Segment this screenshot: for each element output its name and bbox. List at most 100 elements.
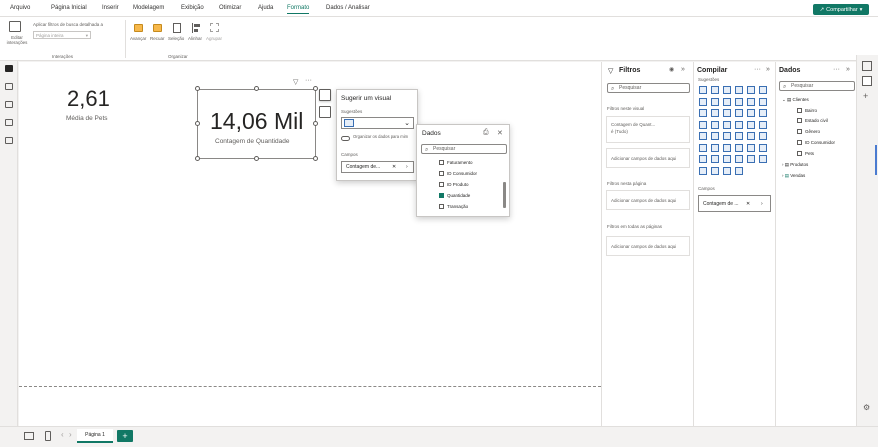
resize-handle[interactable] xyxy=(313,86,318,91)
send-backward-button[interactable]: Recuar xyxy=(150,36,165,41)
visual-type-icon[interactable] xyxy=(699,132,707,140)
visual-filter-card[interactable]: Contagem de Quant... é (Tudo) xyxy=(606,116,690,143)
visual-type-icon[interactable] xyxy=(747,132,755,140)
bring-forward-button[interactable]: Avançar xyxy=(130,36,146,41)
filters-pane-icon[interactable] xyxy=(862,61,872,71)
all-pages-filter-well[interactable]: Adicionar campos de dados aqui xyxy=(606,236,690,256)
visual-type-icon[interactable] xyxy=(699,120,707,129)
selection-button[interactable]: Seleção xyxy=(168,36,184,41)
tmdl-view-icon[interactable] xyxy=(5,137,13,144)
close-icon[interactable]: ✕ xyxy=(746,196,750,212)
tab-modelagem[interactable]: Modelagem xyxy=(133,5,164,11)
data-popup-item[interactable]: ID Produto xyxy=(439,182,469,188)
more-options-icon[interactable]: ··· xyxy=(833,66,840,73)
resize-handle[interactable] xyxy=(195,156,200,161)
visual-type-icon[interactable] xyxy=(759,132,767,140)
filter-icon[interactable]: ▽ xyxy=(293,78,298,86)
checkbox[interactable] xyxy=(797,151,802,157)
visual-type-icon[interactable] xyxy=(759,120,767,129)
suggestion-select[interactable]: ⌄ xyxy=(341,117,414,129)
eye-icon[interactable]: ◉ xyxy=(669,66,674,73)
visual-type-icon[interactable] xyxy=(735,109,743,117)
visual-type-icon[interactable] xyxy=(759,109,767,117)
data-popup-item[interactable]: Transação xyxy=(439,204,468,210)
tab-formato[interactable]: Formato xyxy=(287,5,310,14)
more-options-icon[interactable]: ··· xyxy=(305,77,312,84)
visual-type-icon[interactable] xyxy=(735,86,743,94)
close-icon[interactable]: ✕ xyxy=(497,129,503,137)
table-clientes[interactable]: ⌄ ▤ Clientes xyxy=(782,97,809,103)
checkbox[interactable] xyxy=(439,204,444,210)
resize-handle[interactable] xyxy=(195,86,200,91)
visual-type-icon[interactable] xyxy=(759,97,767,106)
build-pane-icon[interactable] xyxy=(862,76,872,86)
chevron-left-icon[interactable]: ‹ xyxy=(61,430,64,439)
scrollbar[interactable] xyxy=(503,182,506,208)
field-item[interactable]: Estado civil xyxy=(797,118,828,124)
visual-type-icon[interactable] xyxy=(699,86,707,94)
checkbox[interactable] xyxy=(439,171,444,177)
send-backward-icon[interactable] xyxy=(153,24,162,32)
build-field-well[interactable]: Contagem de ... ✕ › xyxy=(698,195,771,212)
page-filter-well[interactable]: Adicionar campos de dados aqui xyxy=(606,190,690,210)
field-well[interactable]: Contagem de... ✕ › xyxy=(341,161,414,173)
visual-type-icon[interactable] xyxy=(711,132,719,140)
checkbox[interactable] xyxy=(797,118,802,124)
chevron-right-icon[interactable]: › xyxy=(69,430,72,439)
dax-query-icon[interactable] xyxy=(5,119,13,126)
collapse-icon[interactable]: » xyxy=(766,66,770,73)
visual-type-icon[interactable] xyxy=(747,143,755,152)
group-icon[interactable] xyxy=(210,23,219,32)
visual-type-icon[interactable] xyxy=(735,132,743,140)
visual-type-icon[interactable] xyxy=(759,86,767,94)
checkbox[interactable] xyxy=(439,182,444,188)
chevron-right-icon[interactable]: › xyxy=(406,162,408,173)
visual-type-icon[interactable] xyxy=(723,132,731,140)
visual-type-icon[interactable] xyxy=(747,155,755,163)
organize-toggle[interactable] xyxy=(341,136,350,141)
checkbox[interactable] xyxy=(797,140,802,146)
field-item[interactable]: Bairro xyxy=(797,108,817,114)
model-view-icon[interactable] xyxy=(5,101,13,108)
format-visual-icon[interactable] xyxy=(319,106,331,118)
tab-otimizar[interactable]: Otimizar xyxy=(219,5,241,11)
visual-type-icon[interactable] xyxy=(735,166,743,175)
tab-ajuda[interactable]: Ajuda xyxy=(258,5,273,11)
checkbox[interactable] xyxy=(797,129,802,135)
mobile-view-icon[interactable] xyxy=(45,431,51,441)
quantity-card[interactable]: 14,06 Mil Contagem de Quantidade xyxy=(197,89,316,159)
collapse-icon[interactable]: » xyxy=(681,66,685,73)
visual-type-icon[interactable] xyxy=(723,120,731,129)
bring-forward-icon[interactable] xyxy=(134,24,143,32)
visual-type-icon[interactable] xyxy=(723,109,731,117)
data-pane-search[interactable]: ⌕ Pesquisar xyxy=(779,81,855,91)
tab-dados-analisar[interactable]: Dados / Analisar xyxy=(326,5,370,11)
visual-type-icon[interactable] xyxy=(711,166,719,175)
visual-type-icon[interactable] xyxy=(735,143,743,152)
resize-handle[interactable] xyxy=(313,121,318,126)
add-pane-icon[interactable]: + xyxy=(863,91,868,101)
add-field-well[interactable]: Adicionar campos de dados aqui xyxy=(606,148,690,168)
resize-handle[interactable] xyxy=(254,156,259,161)
visual-type-icon[interactable] xyxy=(747,86,755,94)
checkbox-checked[interactable] xyxy=(439,193,444,199)
data-popup-item[interactable]: ID Consumidor xyxy=(439,171,477,177)
drill-filter-select[interactable]: Página inteira ▾ xyxy=(33,31,91,39)
visual-type-icon[interactable] xyxy=(699,155,707,163)
report-canvas[interactable]: 2,61 Média de Pets 14,06 Mil Contagem de… xyxy=(19,62,601,426)
visual-type-icon[interactable] xyxy=(699,143,707,152)
field-item[interactable]: ID Consumidor xyxy=(797,140,835,146)
visual-type-icon[interactable] xyxy=(747,109,755,117)
visual-type-icon[interactable] xyxy=(711,120,719,129)
visual-type-icon[interactable] xyxy=(711,155,719,163)
data-popup-item[interactable]: Quantidade xyxy=(439,193,470,199)
table-produtos[interactable]: › ▤ Produtos xyxy=(782,162,808,168)
chevron-right-icon[interactable]: › xyxy=(761,196,763,212)
visual-type-icon[interactable] xyxy=(747,120,755,129)
selection-pane-icon[interactable] xyxy=(173,23,181,33)
visual-type-icon[interactable] xyxy=(723,155,731,163)
visual-type-icon[interactable] xyxy=(723,143,731,152)
visual-type-icon[interactable] xyxy=(699,97,707,106)
resize-handle[interactable] xyxy=(313,156,318,161)
visual-type-icon[interactable] xyxy=(711,109,719,117)
